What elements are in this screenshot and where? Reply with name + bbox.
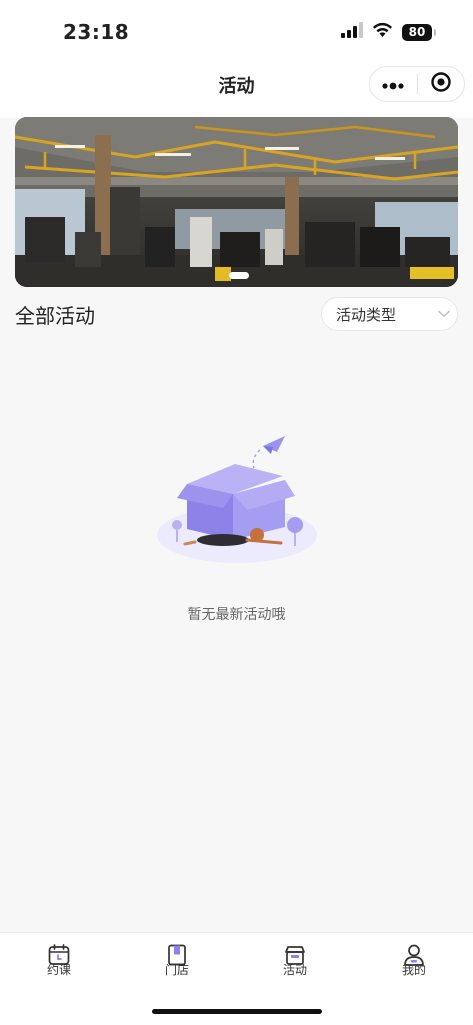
- store-icon: [165, 943, 189, 967]
- status-time: 23:18: [63, 20, 130, 44]
- activity-type-dropdown[interactable]: 活动类型: [321, 297, 458, 331]
- empty-state-text: 暂无最新活动哦: [187, 607, 286, 623]
- close-mini-program-button[interactable]: [418, 67, 465, 101]
- wifi-icon: [372, 22, 393, 42]
- tab-profile[interactable]: 我的: [374, 943, 454, 978]
- more-button[interactable]: [370, 67, 417, 101]
- activity-type-label: 活动类型: [336, 305, 397, 324]
- banner-carousel[interactable]: [15, 117, 458, 287]
- section-title: 全部活动: [15, 304, 95, 328]
- tab-book-class[interactable]: 约课: [19, 943, 99, 978]
- more-dots-icon: [382, 75, 404, 94]
- battery-icon: 80: [402, 23, 436, 41]
- empty-state-illustration: [155, 432, 320, 571]
- tab-activities[interactable]: 活动: [255, 943, 335, 978]
- tab-store[interactable]: 门店: [137, 943, 217, 978]
- calendar-icon: [47, 943, 71, 967]
- mini-program-capsule: [369, 66, 465, 102]
- target-close-icon: [430, 71, 452, 97]
- gym-interior-image: [15, 117, 458, 287]
- chevron-down-icon: [431, 310, 457, 318]
- nav-bar: 活动: [0, 62, 473, 106]
- status-bar: 23:18 80: [0, 0, 473, 62]
- gift-box-icon: [283, 943, 307, 967]
- status-icons: 80: [341, 22, 436, 42]
- carousel-indicator: [228, 272, 249, 279]
- cellular-signal-icon: [341, 22, 363, 42]
- home-indicator: [152, 1009, 322, 1014]
- profile-icon: [402, 943, 426, 967]
